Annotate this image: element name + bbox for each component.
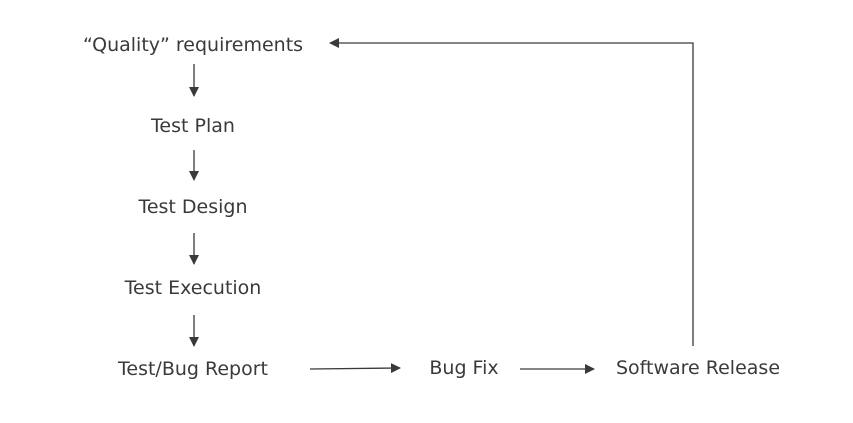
node-bug-fix: Bug Fix	[429, 357, 499, 379]
arrow-report-to-fix	[309, 363, 401, 374]
node-test-execution: Test Execution	[124, 277, 262, 299]
flow-diagram: “Quality” requirements Test Plan Test De…	[0, 0, 853, 423]
node-quality-requirements: “Quality” requirements	[82, 34, 304, 56]
node-software-release: Software Release	[615, 357, 781, 379]
node-test-design: Test Design	[138, 196, 248, 218]
node-test-plan: Test Plan	[151, 115, 235, 137]
arrow-release-to-quality	[329, 38, 694, 346]
node-test-bug-report: Test/Bug Report	[118, 358, 268, 380]
